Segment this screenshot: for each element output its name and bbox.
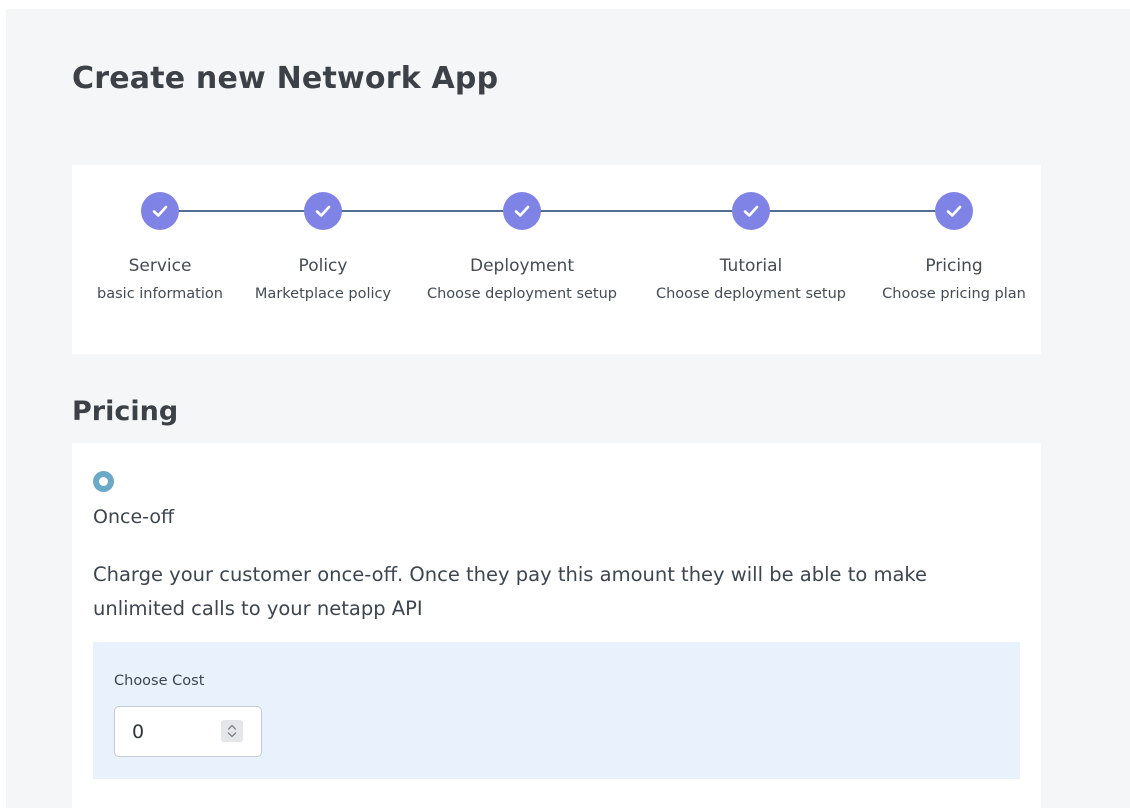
cost-label: Choose Cost — [114, 673, 205, 689]
step-completed-indicator — [503, 192, 541, 230]
step-label: Pricing — [925, 256, 983, 276]
step-sublabel: Marketplace policy — [254, 286, 392, 302]
pricing-option-card: Once-off Charge your customer once-off. … — [72, 443, 1041, 808]
step-sublabel: Choose pricing plan — [882, 286, 1026, 302]
section-title-pricing: Pricing — [72, 396, 179, 427]
step-completed-indicator — [732, 192, 770, 230]
step-completed-indicator — [304, 192, 342, 230]
step-completed-indicator — [935, 192, 973, 230]
step-completed-indicator — [141, 192, 179, 230]
once-off-radio[interactable] — [93, 471, 114, 492]
cost-number-input[interactable]: 0 — [114, 706, 262, 757]
option-description: Charge your customer once-off. Once they… — [93, 563, 928, 620]
page-title: Create new Network App — [72, 61, 499, 96]
number-spinner[interactable] — [221, 720, 243, 742]
check-icon — [152, 205, 168, 217]
option-label: Once-off — [93, 506, 175, 528]
check-icon — [514, 205, 530, 217]
stepper: Service basic information Policy Marketp… — [72, 165, 1041, 354]
cost-panel: Choose Cost 0 — [93, 642, 1020, 779]
step-sublabel: Choose deployment setup — [426, 286, 618, 302]
check-icon — [743, 205, 759, 217]
step-label: Deployment — [470, 256, 574, 276]
check-icon — [315, 205, 331, 217]
spinner-arrows-icon — [227, 724, 237, 738]
page-container: Create new Network App Service basic inf… — [6, 9, 1130, 808]
step-label: Tutorial — [719, 256, 783, 276]
step-sublabel: Choose deployment setup — [655, 286, 847, 302]
stepper-connector-line — [160, 210, 950, 212]
check-icon — [946, 205, 962, 217]
cost-value: 0 — [132, 721, 145, 743]
step-label: Policy — [298, 256, 348, 276]
